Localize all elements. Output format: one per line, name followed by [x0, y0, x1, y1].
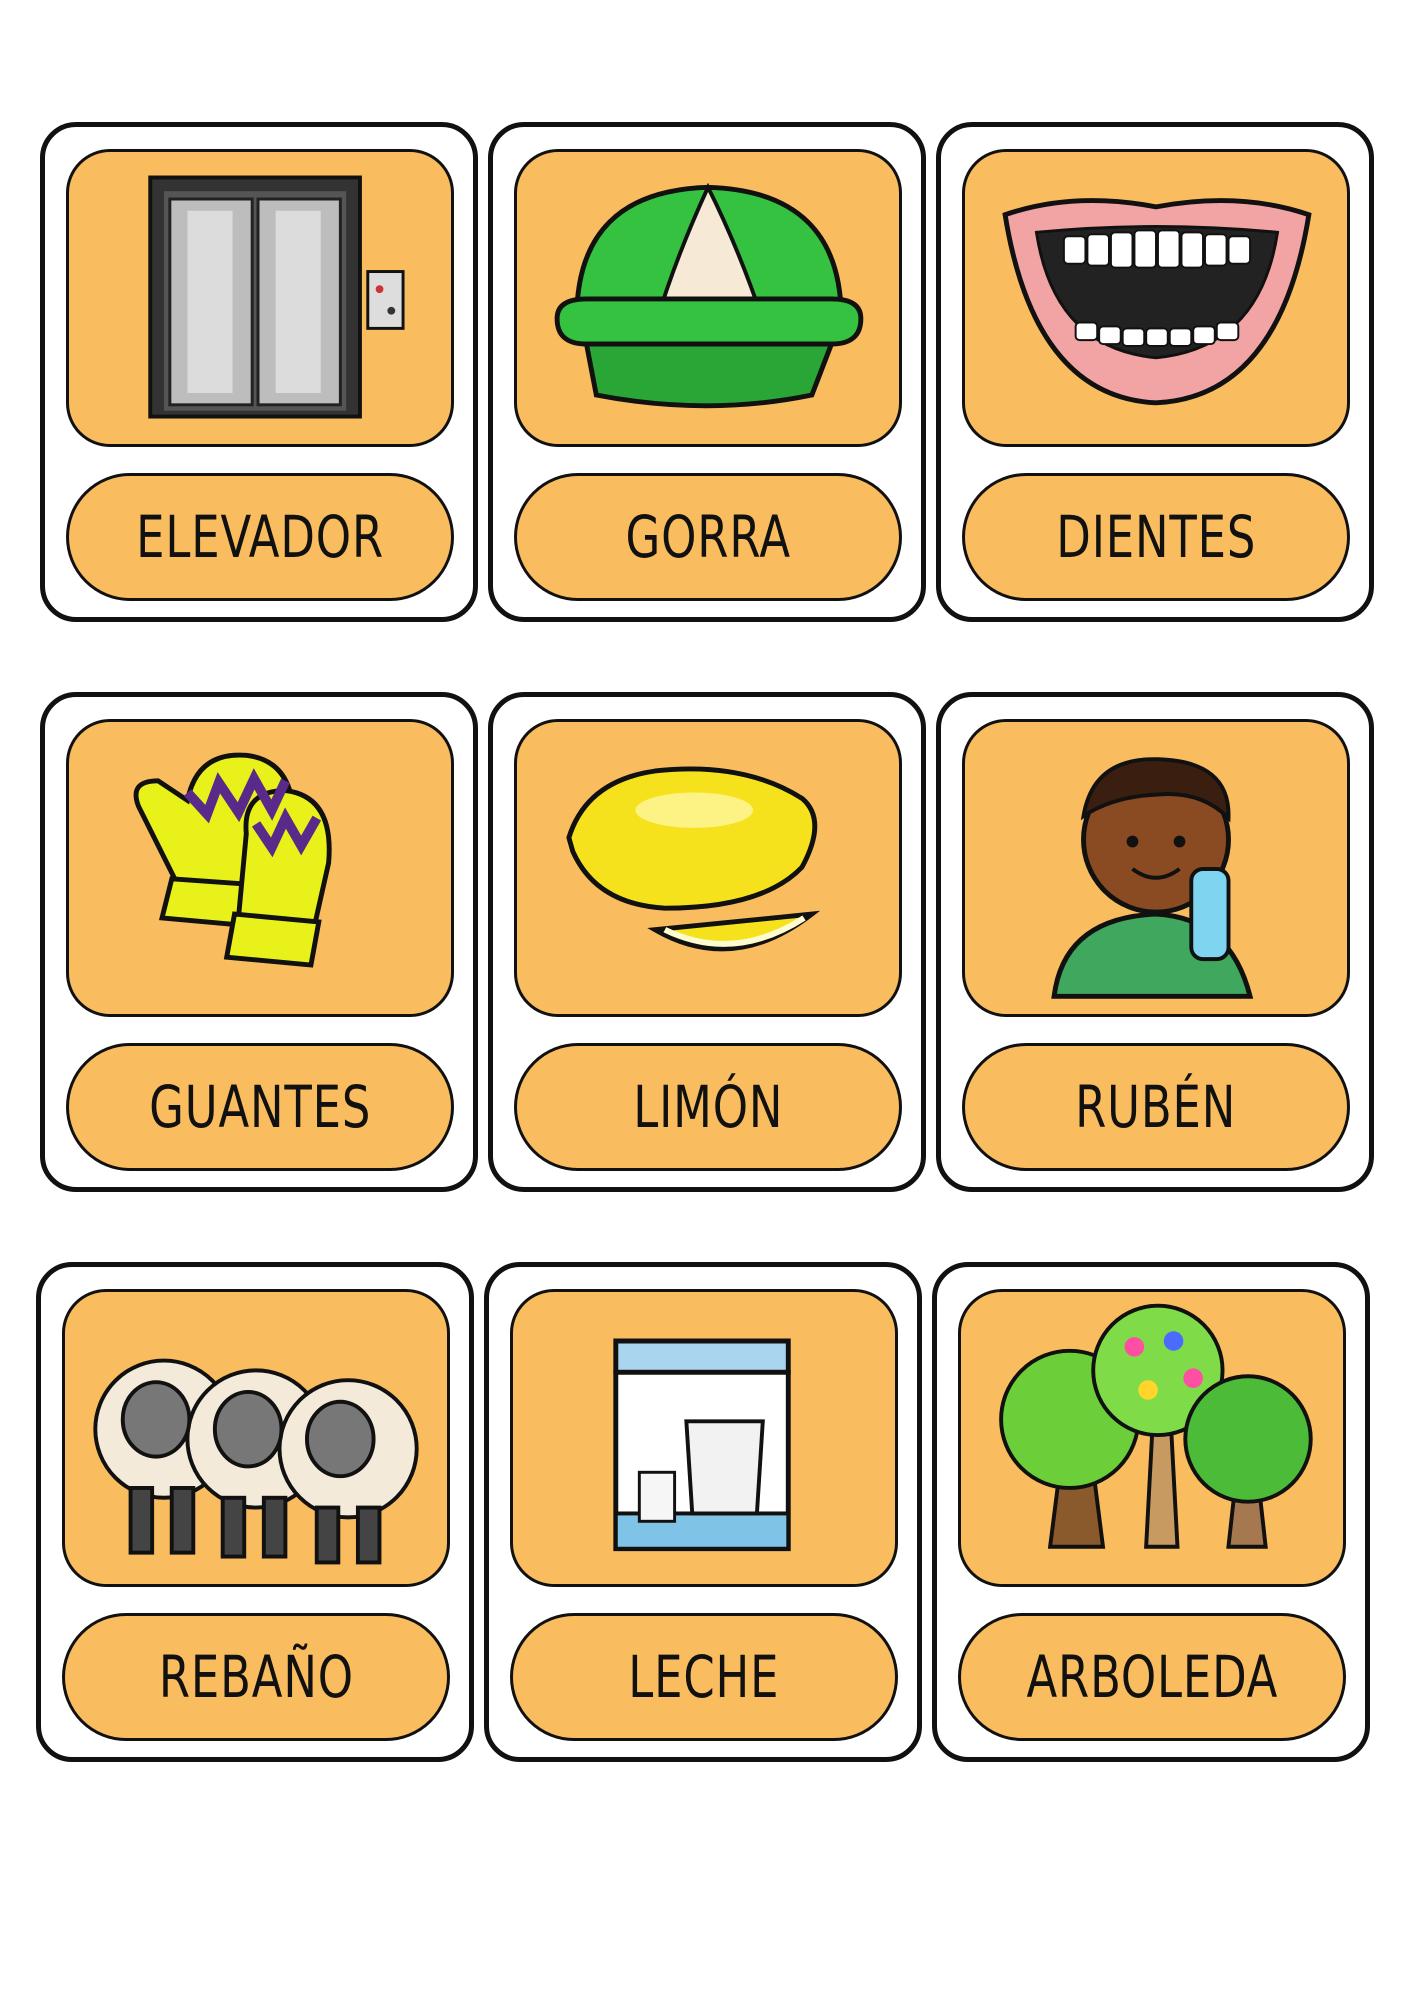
picture-frame: [962, 149, 1350, 447]
word-label: ELEVADOR: [66, 473, 454, 601]
mittens-icon: [133, 752, 332, 968]
elevator-icon: [148, 175, 405, 419]
word-label: DIENTES: [962, 473, 1350, 601]
card-gorra: GORRA: [488, 122, 926, 622]
word-label: ARBOLEDA: [958, 1613, 1346, 1741]
card-limon: LIMÓN: [488, 692, 926, 1192]
cap-icon: [554, 182, 864, 409]
word-label: REBAÑO: [62, 1613, 450, 1741]
picture-frame: [66, 719, 454, 1017]
picture-frame: [962, 719, 1350, 1017]
word-label: RUBÉN: [962, 1043, 1350, 1171]
card-rebano: REBAÑO: [36, 1262, 474, 1762]
picture-frame: [510, 1289, 898, 1587]
card-leche: LECHE: [484, 1262, 922, 1762]
lemon-icon: [566, 766, 821, 952]
sheep-flock-icon: [93, 1358, 419, 1565]
word-label: LIMÓN: [514, 1043, 902, 1171]
card-arboleda: ARBOLEDA: [932, 1262, 1370, 1762]
picture-frame: [514, 149, 902, 447]
card-dientes: DIENTES: [936, 122, 1374, 622]
word-label: LECHE: [510, 1613, 898, 1741]
word-label: GORRA: [514, 473, 902, 601]
milk-icon: [613, 1338, 791, 1552]
card-elevador: ELEVADOR: [40, 122, 478, 622]
teeth-icon: [1002, 198, 1312, 406]
grove-icon: [999, 1303, 1313, 1549]
word-label: GUANTES: [66, 1043, 454, 1171]
picture-frame: [66, 149, 454, 447]
boy-icon: [1051, 757, 1254, 999]
picture-frame: [514, 719, 902, 1017]
card-ruben: RUBÉN: [936, 692, 1374, 1192]
picture-frame: [958, 1289, 1346, 1587]
picture-frame: [62, 1289, 450, 1587]
card-guantes: GUANTES: [40, 692, 478, 1192]
